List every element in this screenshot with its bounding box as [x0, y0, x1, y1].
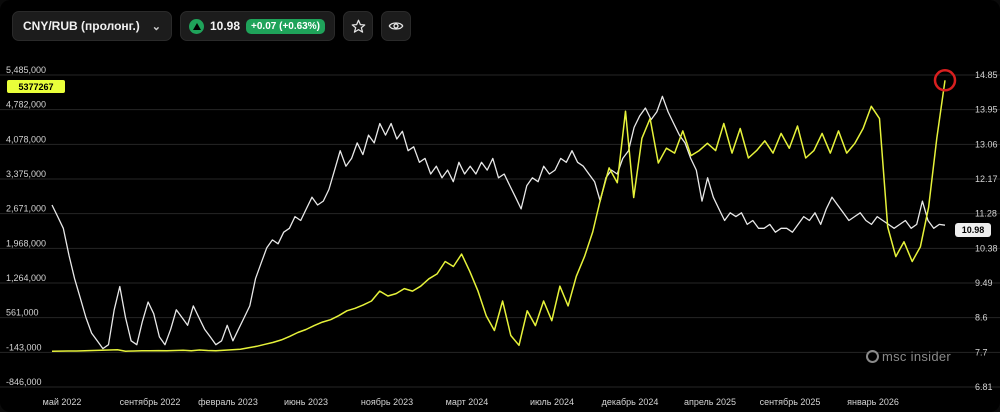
left-axis-tick-label: 3,375,000 — [6, 169, 46, 179]
left-axis-tick-label: 5,485,000 — [6, 65, 46, 75]
left-axis: 5,485,000 4,782,000 4,078,000 3,375,000 2,67… — [6, 65, 46, 387]
x-axis-tick-label: ноябрь 2023 — [361, 397, 413, 407]
right-axis-tick-label: 8.6 — [975, 313, 988, 323]
x-axis-tick-label: март 2024 — [446, 397, 489, 407]
right-axis-tick-label: 13.95 — [975, 105, 998, 115]
right-axis-tick-label: 12.17 — [975, 174, 998, 184]
x-axis-tick-label: июнь 2023 — [284, 397, 328, 407]
right-axis-tick-label: 7.7 — [975, 347, 988, 357]
x-axis-tick-label: май 2022 — [43, 397, 82, 407]
left-axis-tick-label: -846,000 — [6, 377, 42, 387]
x-axis-tick-label: январь 2026 — [847, 397, 899, 407]
right-axis-tick-label: 9.49 — [975, 278, 993, 288]
left-last-value-label: 5377267 — [7, 80, 65, 93]
x-axis-tick-label: апрель 2025 — [684, 397, 736, 407]
right-axis-tick-label: 11.28 — [975, 209, 997, 219]
left-axis-tick-label: 2,671,000 — [6, 204, 46, 214]
open-interest-line — [51, 80, 946, 352]
watermark: msc insider — [866, 349, 951, 364]
left-axis-tick-label: 4,782,000 — [6, 100, 46, 110]
right-axis-tick-label: 14.85 — [975, 70, 998, 80]
grid-lines — [0, 74, 1000, 388]
x-axis: май 2022 сентябрь 2022 февраль 2023 июнь 20… — [43, 397, 899, 407]
x-axis-tick-label: декабрь 2024 — [602, 397, 659, 407]
right-axis-tick-label: 6.81 — [975, 382, 993, 392]
x-axis-tick-label: февраль 2023 — [198, 397, 258, 407]
x-axis-tick-label: сентябрь 2025 — [760, 397, 821, 407]
left-axis-tick-label: 1,264,000 — [6, 273, 46, 283]
price-line — [51, 95, 946, 350]
x-axis-tick-label: июль 2024 — [530, 397, 574, 407]
left-axis-tick-label: 561,000 — [6, 308, 39, 318]
series-layer — [51, 80, 946, 352]
watermark-logo-icon — [866, 350, 879, 363]
watermark-text: msc insider — [882, 349, 952, 364]
left-axis-tick-label: -143,000 — [6, 342, 42, 352]
right-axis-tick-label: 10.38 — [975, 243, 998, 253]
right-axis-tick-label: 13.06 — [975, 139, 998, 149]
chart-canvas[interactable]: 5,485,000 4,782,000 4,078,000 3,375,000 2,67… — [0, 0, 1000, 412]
left-axis-tick-label: 4,078,000 — [6, 134, 46, 144]
left-axis-tick-label: 1,968,000 — [6, 238, 46, 248]
chart-panel: CNY/RUB (пролонг.) ⌄ 10.98 +0.07 (+0.63%… — [0, 0, 1000, 412]
right-last-value-label: 10.98 — [955, 223, 991, 237]
x-axis-tick-label: сентябрь 2022 — [120, 397, 181, 407]
